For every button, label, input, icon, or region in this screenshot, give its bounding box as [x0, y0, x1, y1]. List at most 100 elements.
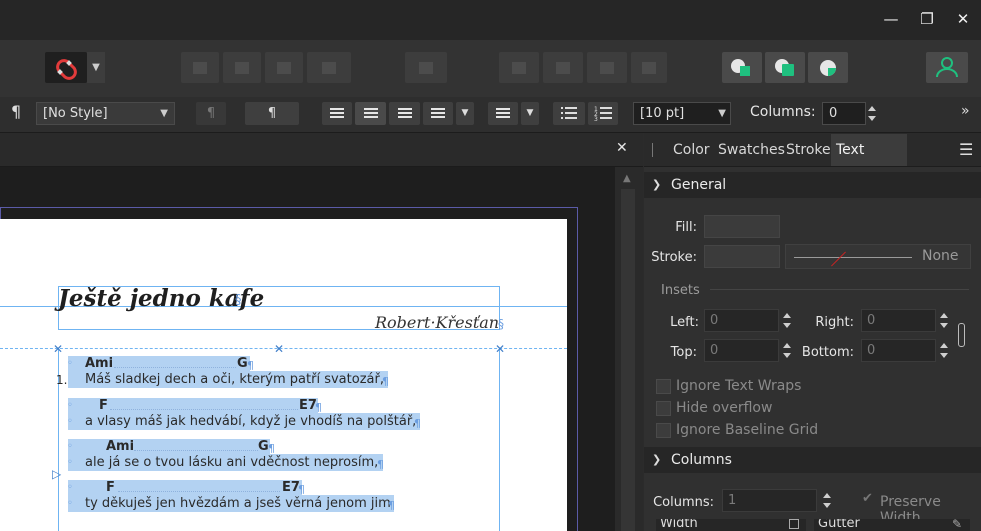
context-toolbar: ¶ [No Style] ▼ ¶ ¶ ▼ ▼ 123 [10 pt] ▼ Col…	[0, 97, 981, 133]
document-tab-strip: ✕	[0, 133, 643, 167]
rotate-right-button[interactable]	[631, 52, 667, 83]
chevron-down-icon: ▼	[160, 108, 168, 119]
bottom-inset-input[interactable]: 0	[861, 339, 936, 362]
arrange-backward-icon	[235, 61, 249, 74]
boolean-add-icon	[731, 59, 750, 76]
align-left-button[interactable]	[322, 102, 352, 125]
columns-section-header[interactable]: ❯ Columns	[644, 447, 981, 473]
list-bullet: ◦	[67, 400, 73, 411]
text-flow-handle[interactable]: ▷	[52, 467, 61, 481]
link-insets-icon[interactable]	[958, 323, 965, 347]
canvas-scrollbar[interactable]: ▲	[615, 167, 643, 531]
close-document-icon[interactable]: ✕	[616, 140, 628, 156]
tab-color[interactable]: Color	[673, 135, 710, 165]
stroke-style-selector[interactable]: None	[785, 244, 971, 269]
arrange-forward-icon	[277, 61, 291, 74]
top-inset-value: 0	[710, 343, 719, 358]
panel-menu-icon[interactable]: ☰	[959, 140, 973, 159]
general-section-header[interactable]: ❯ General	[644, 172, 981, 198]
tab-text-frame[interactable]: Text Frame	[831, 134, 907, 188]
ignore-baseline-grid-checkbox[interactable]	[656, 423, 671, 438]
vertical-align-button[interactable]	[488, 102, 518, 125]
fill-swatch[interactable]	[704, 215, 780, 238]
boolean-intersect-icon	[820, 60, 836, 76]
left-inset-stepper[interactable]	[781, 309, 793, 332]
align-center-button[interactable]	[355, 102, 386, 125]
align-icon	[419, 61, 433, 74]
numbered-list-button[interactable]: 123	[588, 102, 618, 125]
style-options-button[interactable]: ¶	[196, 102, 226, 125]
left-inset-value: 0	[710, 313, 719, 328]
pilcrow-mark: ¶	[377, 458, 384, 471]
bottom-inset-stepper[interactable]	[938, 339, 950, 362]
magnet-icon	[56, 59, 77, 80]
scroll-up-icon[interactable]: ▲	[623, 173, 631, 184]
frame-handle[interactable]: ✕	[495, 342, 505, 356]
frame-handle[interactable]: ✕	[274, 342, 284, 356]
font-size-value: [10 pt]	[640, 106, 685, 121]
frame-handle[interactable]: ✕	[53, 342, 63, 356]
tab-stroke[interactable]: Stroke	[786, 135, 831, 165]
account-button[interactable]	[926, 52, 968, 83]
vertical-align-dropdown[interactable]: ▼	[521, 102, 539, 125]
boolean-intersect-button[interactable]	[808, 52, 848, 83]
bullet-list-button[interactable]	[553, 102, 585, 125]
chevron-down-icon: ▼	[526, 108, 534, 118]
justify-dropdown[interactable]: ▼	[456, 102, 474, 125]
flip-vertical-button[interactable]	[543, 52, 583, 83]
left-inset-label: Left:	[670, 315, 699, 330]
tab-swatches[interactable]: Swatches	[718, 135, 785, 165]
boolean-subtract-button[interactable]	[765, 52, 805, 83]
panel-columns-stepper[interactable]	[821, 489, 833, 512]
hide-overflow-checkbox[interactable]	[656, 401, 671, 416]
columns-stepper[interactable]	[866, 102, 878, 125]
boolean-subtract-icon	[775, 59, 794, 76]
justify-icon	[431, 107, 445, 120]
move-back-button[interactable]	[181, 52, 219, 83]
right-inset-stepper[interactable]	[938, 309, 950, 332]
document-canvas[interactable]: ✕ ✕ ✕ ▷ Ještě jedno kafe § Robert·Křesťa…	[0, 167, 615, 531]
columns-field[interactable]: 0	[822, 102, 866, 125]
move-forward-button[interactable]	[265, 52, 303, 83]
rotate-left-button[interactable]	[587, 52, 627, 83]
top-inset-stepper[interactable]	[781, 339, 793, 362]
rotate-left-icon	[600, 61, 614, 74]
align-left-icon	[330, 107, 344, 120]
left-inset-input[interactable]: 0	[704, 309, 779, 332]
stroke-none-label: None	[922, 248, 959, 264]
width-column-label: Width	[660, 519, 698, 531]
show-special-characters-button[interactable]: ¶	[245, 102, 299, 125]
move-front-button[interactable]	[307, 52, 351, 83]
flip-horizontal-button[interactable]	[499, 52, 539, 83]
right-inset-value: 0	[867, 313, 876, 328]
snapping-button[interactable]	[45, 52, 87, 83]
justify-button[interactable]	[423, 102, 453, 125]
align-button[interactable]	[405, 52, 447, 83]
preserve-width-checkbox[interactable]: ✔	[862, 491, 873, 506]
scrollbar-track[interactable]	[621, 189, 635, 531]
minimize-icon[interactable]: —	[876, 8, 906, 30]
pencil-icon: ✎	[952, 519, 963, 531]
boolean-add-button[interactable]	[722, 52, 762, 83]
stroke-swatch[interactable]	[704, 245, 780, 268]
panel-columns-input[interactable]: 1	[722, 489, 817, 512]
move-backward-button[interactable]	[223, 52, 261, 83]
lyric-line: ty děkuješ jen hvězdám a jseš věrná jeno…	[85, 496, 391, 511]
chord: F	[106, 480, 115, 495]
align-right-button[interactable]	[389, 102, 420, 125]
section-mark: §	[235, 293, 242, 308]
bottom-inset-label: Bottom:	[801, 345, 854, 360]
paragraph-style-dropdown[interactable]: [No Style] ▼	[36, 102, 175, 125]
list-bullet: ◦	[67, 441, 73, 452]
paragraph-style-value: [No Style]	[43, 106, 108, 121]
ignore-text-wraps-checkbox[interactable]	[656, 379, 671, 394]
restore-icon[interactable]: ❐	[912, 8, 942, 30]
top-inset-input[interactable]: 0	[704, 339, 779, 362]
chevron-down-icon: ▼	[461, 108, 469, 118]
hide-overflow-label: Hide overflow	[676, 400, 773, 416]
snapping-dropdown[interactable]: ▼	[87, 52, 105, 83]
overflow-icon[interactable]: »	[961, 103, 970, 119]
close-icon[interactable]: ✕	[948, 8, 978, 30]
right-inset-input[interactable]: 0	[861, 309, 936, 332]
font-size-field[interactable]: [10 pt] ▼	[633, 102, 731, 125]
